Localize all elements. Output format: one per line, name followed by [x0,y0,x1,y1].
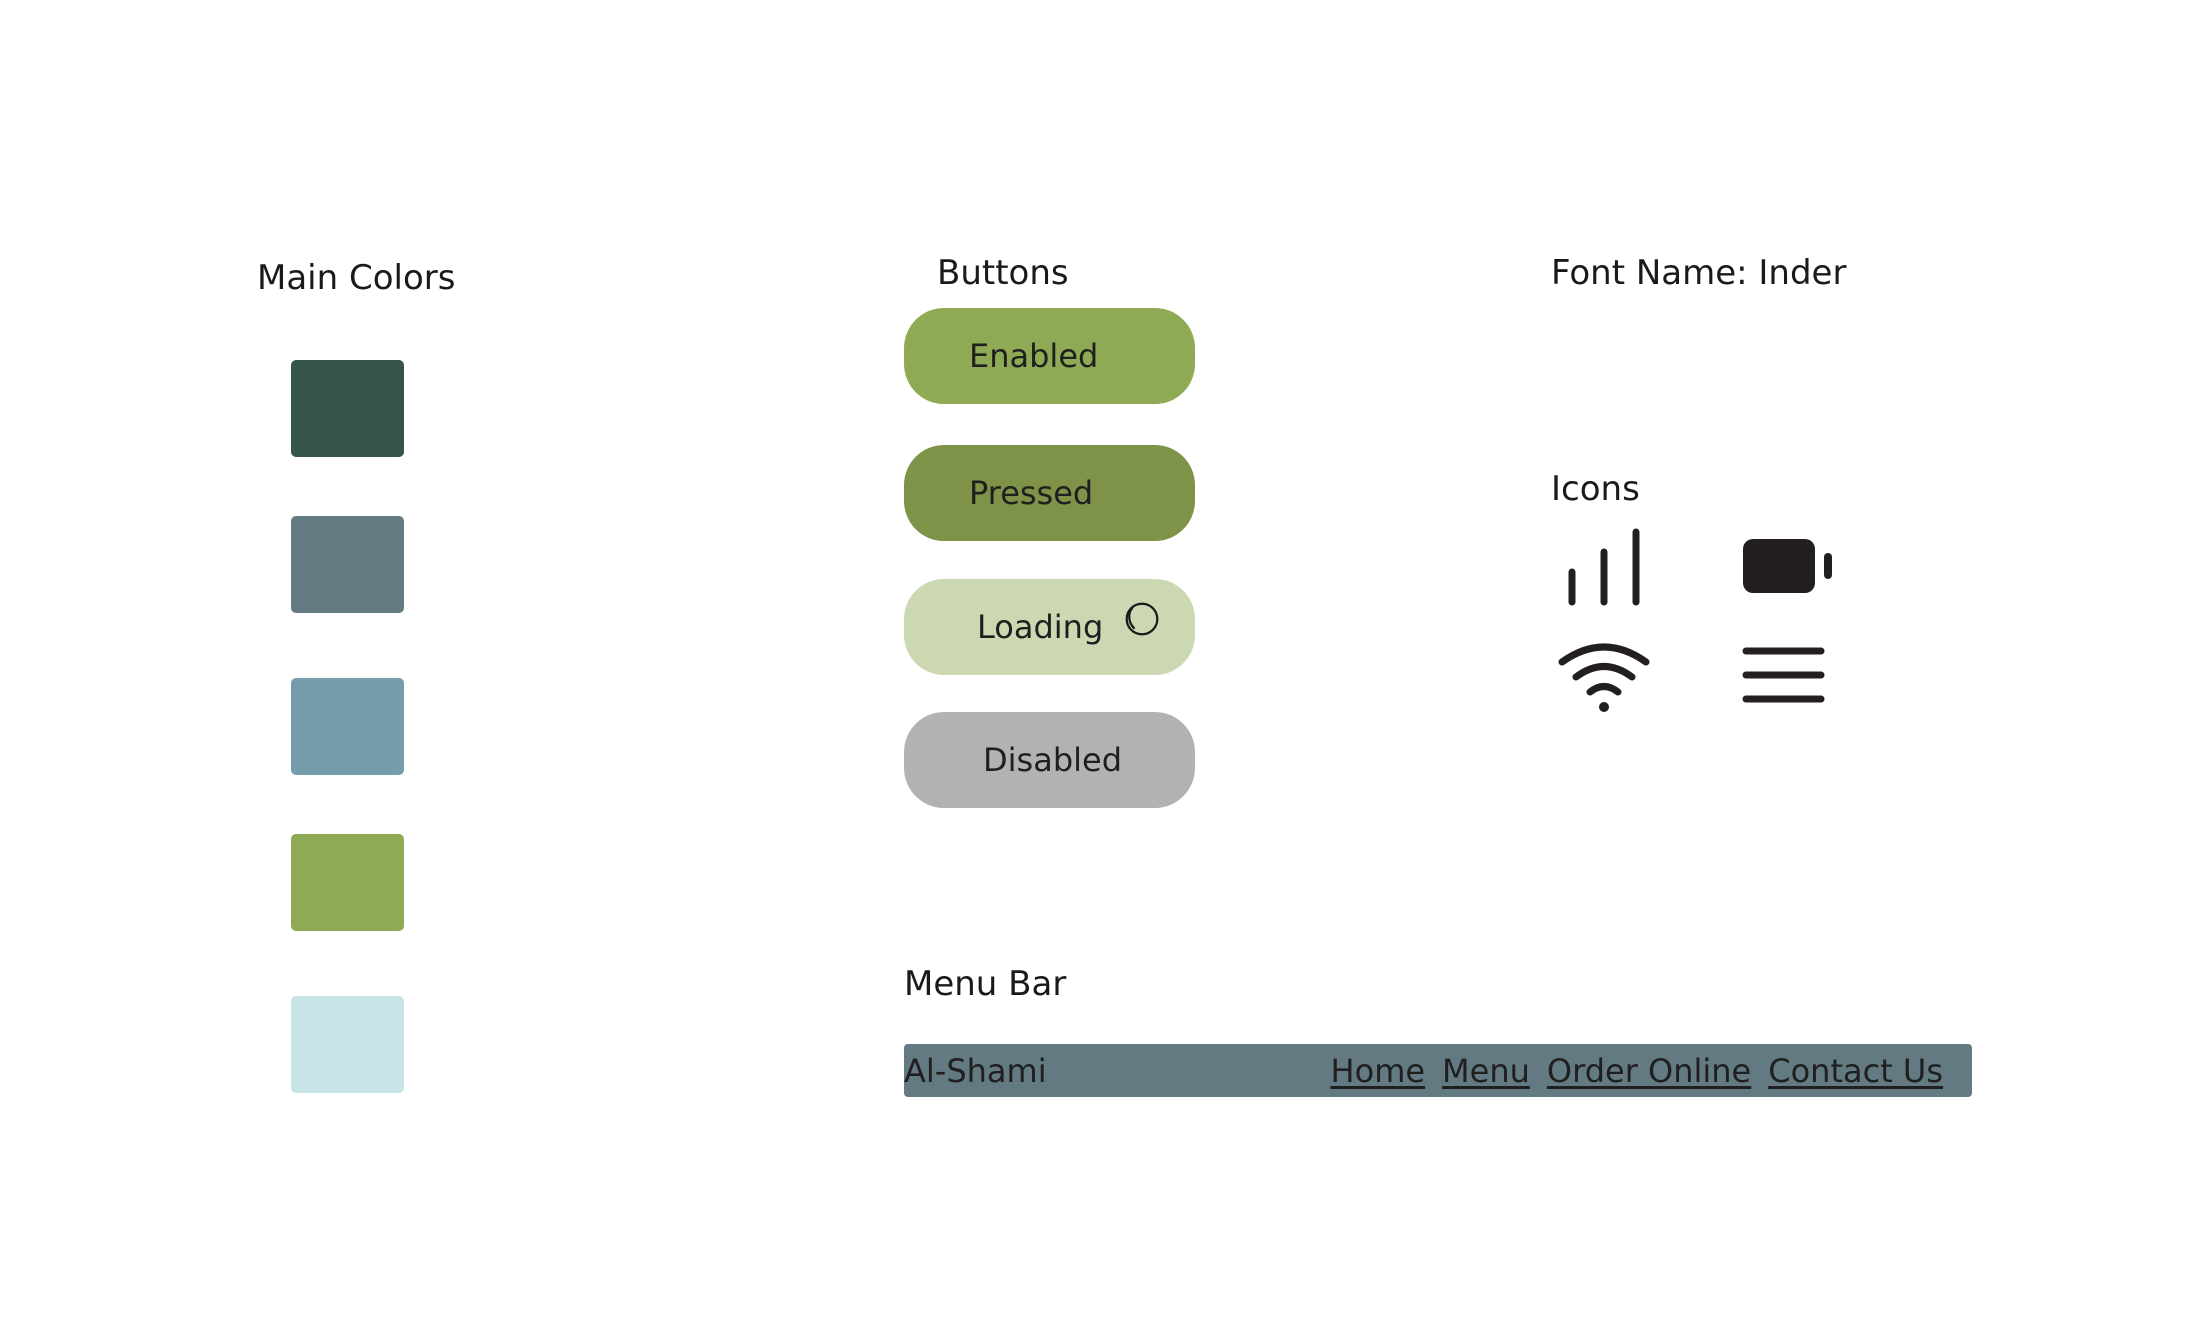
disabled-button-label: Disabled [983,741,1123,779]
menu-bar-links: Home Menu Order Online Contact Us [1331,1055,1943,1087]
nav-link-menu[interactable]: Menu [1442,1055,1530,1087]
color-swatch-dark-green [291,360,404,457]
hamburger-menu-icon[interactable] [1741,645,1827,707]
signal-bars-icon [1568,528,1640,606]
color-swatch-olive-green [291,834,404,931]
color-swatch-steel-blue [291,678,404,775]
font-name-label: Font Name: Inder [1551,253,1847,293]
battery-icon [1743,539,1832,593]
loading-button-label: Loading [977,608,1104,646]
buttons-heading: Buttons [937,253,1069,293]
disabled-button: Disabled [904,712,1195,808]
nav-link-home[interactable]: Home [1331,1055,1426,1087]
icons-heading: Icons [1551,469,1640,509]
menu-bar: Al-Shami Home Menu Order Online Contact … [904,1044,1972,1097]
nav-link-contact-us[interactable]: Contact Us [1768,1055,1943,1087]
wifi-icon [1558,643,1650,712]
color-swatch-slate-gray [291,516,404,613]
loading-button[interactable]: Loading [904,579,1195,675]
enabled-button[interactable]: Enabled [904,308,1195,404]
nav-link-order-online[interactable]: Order Online [1547,1055,1751,1087]
main-colors-heading: Main Colors [257,258,456,298]
pressed-button[interactable]: Pressed [904,445,1195,541]
brand-name[interactable]: Al-Shami [904,1055,1047,1087]
spinner-icon [1125,602,1159,636]
pressed-button-label: Pressed [969,474,1094,512]
enabled-button-label: Enabled [969,337,1099,375]
color-swatch-light-cyan [291,996,404,1093]
menu-bar-heading: Menu Bar [904,964,1067,1004]
